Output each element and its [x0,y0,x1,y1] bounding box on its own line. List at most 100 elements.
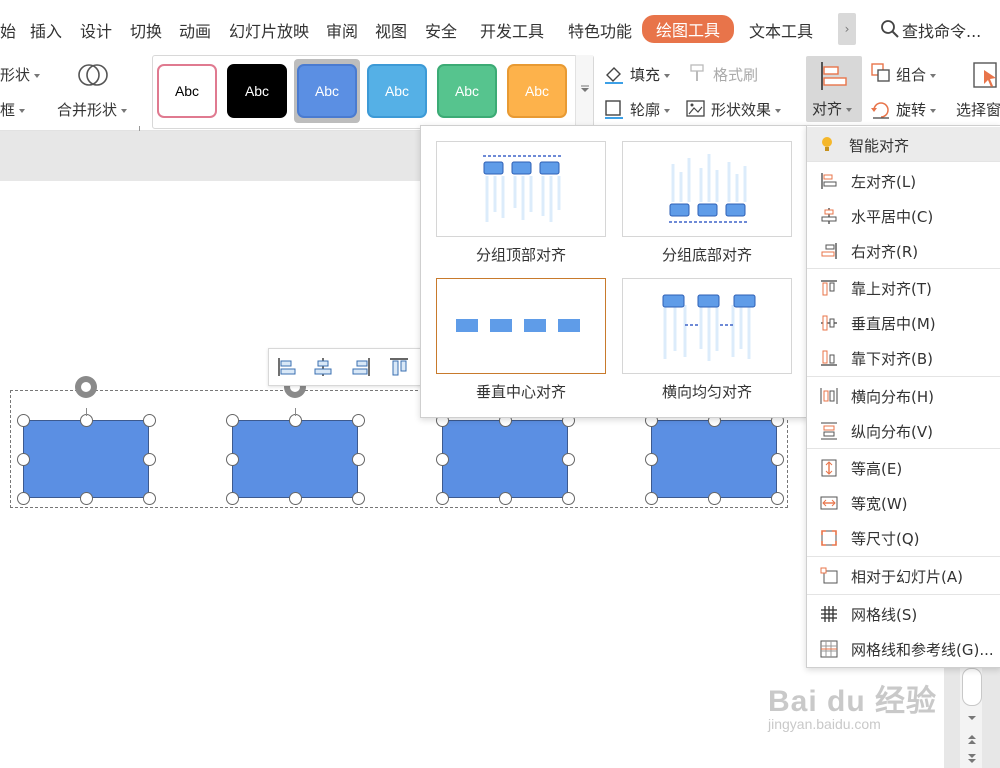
menu-item-label: 等高(E) [851,460,903,478]
menu-item-same-size[interactable]: 等尺寸(Q) [807,520,1000,554]
menu-item-distribute-horizontal[interactable]: 横向分布(H) [807,378,1000,412]
tab-start[interactable]: 始 [0,18,16,42]
resize-handle[interactable] [351,413,365,427]
menu-item-align-right[interactable]: 右对齐(R) [807,233,1000,267]
align-center-icon[interactable] [309,353,337,381]
more-tabs-button[interactable]: › [838,13,856,45]
same-size-icon [819,528,839,548]
resize-handle[interactable] [142,413,156,427]
resize-handle[interactable] [16,452,30,466]
gallery-scroll-button[interactable] [575,55,593,127]
resize-handle[interactable] [16,491,30,505]
tab-drawing-tools[interactable]: 绘图工具 [642,15,735,43]
menu-item-gridlines-guides[interactable]: 网格线和参考线(G)... [807,631,1000,665]
scrollbar-thumb[interactable] [962,668,982,706]
rotate-handle-icon[interactable] [75,376,97,398]
selection-pane-button[interactable]: 选择窗 [956,99,1000,120]
format-brush-button[interactable]: 格式刷 [713,64,758,85]
resize-handle[interactable] [288,491,302,505]
tab-review[interactable]: 审阅 [326,18,358,42]
style-swatch[interactable]: Abc [157,64,217,118]
style-swatch[interactable]: Abc [297,64,357,118]
rectangle-shape[interactable] [442,420,568,498]
resize-handle[interactable] [435,491,449,505]
rectangle-shape[interactable] [232,420,358,498]
fill-button[interactable]: 填充 [630,64,671,85]
smart-align-option-vcenter[interactable] [436,278,606,374]
tab-transition[interactable]: 切换 [130,18,162,42]
chevron-down-icon [846,107,853,112]
menu-item-align-left[interactable]: 左对齐(L) [807,163,1000,197]
shape-effect-button[interactable]: 形状效果 [711,99,782,120]
selection-pane-icon [972,60,1000,90]
outline-button[interactable]: 轮廓 [630,99,671,120]
style-swatch[interactable]: Abc [507,64,567,118]
resize-handle[interactable] [142,491,156,505]
tab-developer[interactable]: 开发工具 [480,18,544,42]
search-icon[interactable] [880,19,900,39]
menu-item-same-height[interactable]: 等高(E) [807,450,1000,484]
scroll-page-up-icon[interactable] [966,734,978,746]
menu-item-same-width[interactable]: 等宽(W) [807,485,1000,519]
same-width-icon [819,493,839,513]
smart-align-option-distribute[interactable] [622,278,792,374]
menu-item-align-middle[interactable]: 垂直居中(M) [807,305,1000,339]
text-frame-button[interactable]: 框 [0,99,26,120]
tab-security[interactable]: 安全 [425,18,457,42]
shape-button[interactable]: 形状 [0,64,41,85]
smart-align-option-top[interactable] [436,141,606,237]
resize-handle[interactable] [707,491,721,505]
style-swatch[interactable]: Abc [437,64,497,118]
menu-item-smart-align[interactable]: 智能对齐 [807,127,1000,161]
resize-handle[interactable] [351,452,365,466]
resize-handle[interactable] [225,452,239,466]
tab-insert[interactable]: 插入 [30,18,62,42]
resize-handle[interactable] [225,491,239,505]
tab-text-tools[interactable]: 文本工具 [749,18,813,42]
menu-item-align-center[interactable]: 水平居中(C) [807,198,1000,232]
menu-item-distribute-vertical[interactable]: 纵向分布(V) [807,413,1000,447]
search-command-field[interactable]: 查找命令... [902,18,981,42]
align-button[interactable]: 对齐 [806,56,862,122]
align-left-icon[interactable] [273,353,301,381]
resize-handle[interactable] [644,491,658,505]
resize-handle[interactable] [351,491,365,505]
rotate-button[interactable]: 旋转 [896,99,937,120]
resize-handle[interactable] [561,452,575,466]
menu-separator [807,268,1000,269]
tab-animation[interactable]: 动画 [179,18,211,42]
style-swatch[interactable]: Abc [227,64,287,118]
chevron-down-icon [930,108,937,113]
menu-item-align-top[interactable]: 靠上对齐(T) [807,270,1000,304]
menu-item-gridlines[interactable]: 网格线(S) [807,596,1000,630]
align-right-icon[interactable] [347,353,375,381]
resize-handle[interactable] [16,413,30,427]
menu-item-align-bottom[interactable]: 靠下对齐(B) [807,340,1000,374]
format-brush-icon [688,63,708,83]
resize-handle[interactable] [498,491,512,505]
resize-handle[interactable] [770,491,784,505]
menu-item-relative-to-slide[interactable]: 相对于幻灯片(A) [807,558,1000,592]
resize-handle[interactable] [435,452,449,466]
merge-shapes-button[interactable]: 合并形状 [57,99,128,120]
rectangle-shape[interactable] [651,420,777,498]
resize-handle[interactable] [142,452,156,466]
style-swatch[interactable]: Abc [367,64,427,118]
scroll-down-icon[interactable] [966,714,978,722]
resize-handle[interactable] [561,491,575,505]
menu-item-label: 横向分布(H) [851,388,934,406]
tab-features[interactable]: 特色功能 [568,18,632,42]
frame-label: 框 [0,101,16,119]
align-top-icon[interactable] [385,353,413,381]
resize-handle[interactable] [770,452,784,466]
group-button[interactable]: 组合 [896,64,937,85]
resize-handle[interactable] [644,452,658,466]
resize-handle[interactable] [79,491,93,505]
smart-align-option-bottom[interactable] [622,141,792,237]
resize-handle[interactable] [225,413,239,427]
rectangle-shape[interactable] [23,420,149,498]
tab-view[interactable]: 视图 [375,18,407,42]
tab-design[interactable]: 设计 [80,18,112,42]
tab-slideshow[interactable]: 幻灯片放映 [229,18,309,42]
scroll-page-down-icon[interactable] [966,752,978,764]
